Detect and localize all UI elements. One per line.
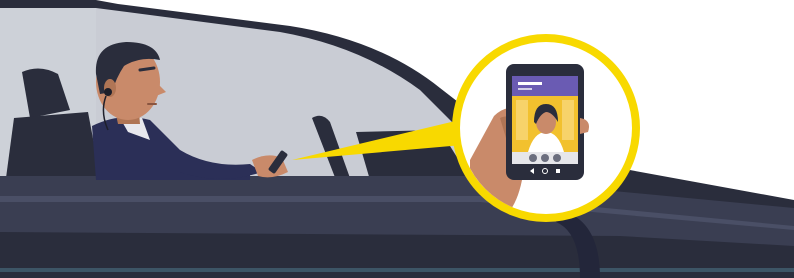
door-sill-line xyxy=(0,268,794,272)
mute-icon xyxy=(529,154,537,162)
seat-back xyxy=(6,112,100,178)
illustration-scene xyxy=(0,0,794,278)
driver-eyebrow xyxy=(138,66,156,72)
nav-recents-icon xyxy=(556,169,560,173)
end-call-icon xyxy=(553,154,561,162)
phone-app-bar xyxy=(512,76,578,96)
video-icon xyxy=(541,154,549,162)
magnified-phone-icon xyxy=(506,64,584,180)
illustration-canvas xyxy=(0,0,794,278)
